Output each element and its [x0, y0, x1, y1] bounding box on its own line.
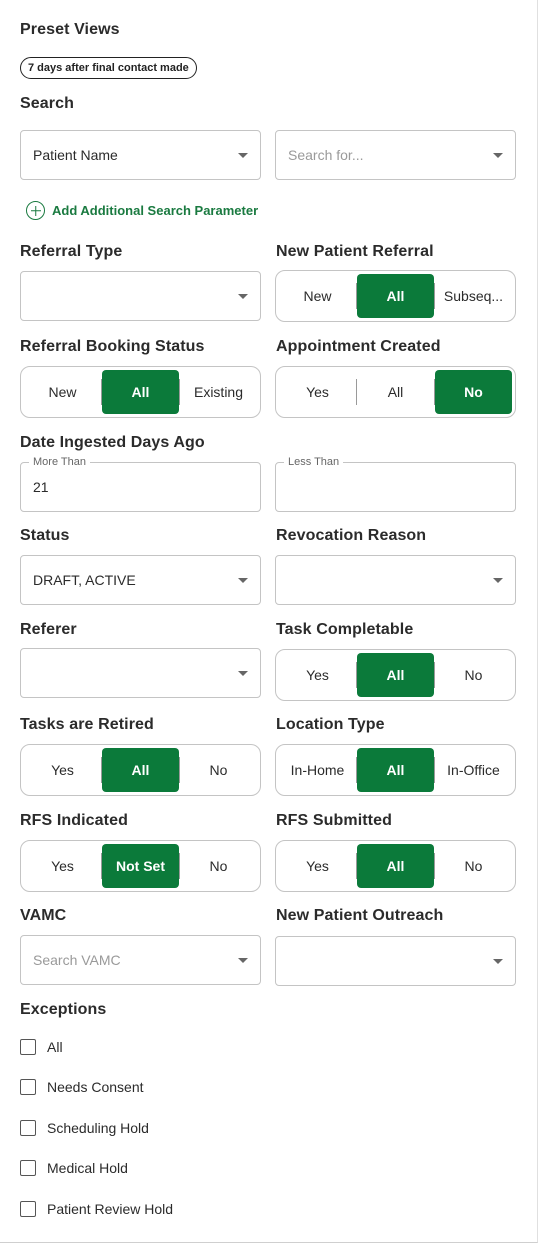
location-type-label: Location Type	[276, 716, 385, 733]
exception-checkbox-patient-review-hold[interactable]: Patient Review Hold	[20, 1201, 173, 1217]
more-than-legend: More Than	[29, 456, 90, 468]
status-label: Status	[20, 527, 70, 544]
revocation-reason-select[interactable]	[275, 555, 516, 605]
toggle-option-new[interactable]: New	[279, 274, 356, 318]
appointment-created-toggle: Yes All No	[275, 366, 516, 418]
checkbox-icon[interactable]	[20, 1201, 36, 1217]
toggle-option-no[interactable]: No	[435, 370, 512, 414]
add-search-parameter-button[interactable]: Add Additional Search Parameter	[26, 201, 258, 220]
location-type-toggle: In-Home All In-Office	[275, 744, 516, 796]
exception-checkbox-scheduling-hold[interactable]: Scheduling Hold	[20, 1120, 149, 1136]
chevron-down-icon	[238, 957, 248, 963]
status-select[interactable]: DRAFT, ACTIVE	[20, 555, 261, 605]
task-completable-toggle: Yes All No	[275, 649, 516, 701]
rfs-submitted-toggle: Yes All No	[275, 840, 516, 892]
toggle-option-all[interactable]: All	[357, 844, 434, 888]
toggle-option-yes[interactable]: Yes	[279, 653, 356, 697]
exception-checkbox-medical-hold[interactable]: Medical Hold	[20, 1160, 128, 1176]
referral-type-label: Referral Type	[20, 243, 123, 260]
referer-select[interactable]	[20, 648, 261, 698]
exceptions-label: Exceptions	[20, 1001, 107, 1018]
new-patient-referral-toggle: New All Subseq...	[275, 270, 516, 322]
rfs-indicated-label: RFS Indicated	[20, 812, 128, 829]
vamc-label: VAMC	[20, 907, 67, 924]
toggle-option-in-office[interactable]: In-Office	[435, 748, 512, 792]
toggle-option-subsequent[interactable]: Subseq...	[435, 274, 512, 318]
tasks-retired-toggle: Yes All No	[20, 744, 261, 796]
toggle-option-all[interactable]: All	[357, 748, 434, 792]
search-input-placeholder: Search for...	[288, 147, 364, 163]
toggle-option-all[interactable]: All	[357, 370, 434, 414]
exception-label: Scheduling Hold	[47, 1120, 149, 1136]
toggle-option-not-set[interactable]: Not Set	[102, 844, 179, 888]
exception-label: Patient Review Hold	[47, 1201, 174, 1217]
referral-booking-status-toggle: New All Existing	[20, 366, 261, 418]
preset-views-label: Preset Views	[20, 21, 120, 38]
checkbox-icon[interactable]	[20, 1079, 36, 1095]
referral-booking-status-label: Referral Booking Status	[20, 338, 205, 355]
toggle-option-existing[interactable]: Existing	[180, 370, 257, 414]
chevron-down-icon	[238, 577, 248, 583]
referer-label: Referer	[20, 621, 77, 638]
appointment-created-label: Appointment Created	[276, 338, 441, 355]
exception-checkbox-needs-consent[interactable]: Needs Consent	[20, 1079, 144, 1095]
tasks-retired-label: Tasks are Retired	[20, 716, 154, 733]
toggle-option-no[interactable]: No	[180, 748, 257, 792]
vamc-placeholder: Search VAMC	[33, 952, 121, 968]
toggle-option-all[interactable]: All	[102, 370, 179, 414]
rfs-submitted-label: RFS Submitted	[276, 812, 392, 829]
more-than-input[interactable]: More Than 21	[20, 456, 261, 512]
date-ingested-label: Date Ingested Days Ago	[20, 434, 205, 451]
toggle-option-yes[interactable]: Yes	[24, 844, 101, 888]
more-than-value: 21	[33, 479, 49, 495]
status-value: DRAFT, ACTIVE	[33, 572, 136, 588]
referral-type-select[interactable]	[20, 271, 261, 321]
preset-view-chip[interactable]: 7 days after final contact made	[20, 57, 197, 79]
new-patient-referral-label: New Patient Referral	[276, 243, 434, 260]
toggle-option-in-home[interactable]: In-Home	[279, 748, 356, 792]
rfs-indicated-toggle: Yes Not Set No	[20, 840, 261, 892]
new-patient-outreach-select[interactable]	[275, 936, 516, 986]
toggle-option-all[interactable]: All	[357, 274, 434, 318]
toggle-option-yes[interactable]: Yes	[279, 844, 356, 888]
task-completable-label: Task Completable	[276, 621, 414, 638]
checkbox-icon[interactable]	[20, 1039, 36, 1055]
plus-circle-icon	[26, 201, 45, 220]
search-input[interactable]: Search for...	[275, 130, 516, 180]
toggle-option-all[interactable]: All	[357, 653, 434, 697]
less-than-legend: Less Than	[284, 456, 344, 468]
checkbox-icon[interactable]	[20, 1160, 36, 1176]
add-search-parameter-label: Add Additional Search Parameter	[52, 203, 259, 218]
filter-panel: Preset Views 7 days after final contact …	[0, 0, 538, 1243]
new-patient-outreach-label: New Patient Outreach	[276, 907, 444, 924]
exception-checkbox-all[interactable]: All	[20, 1039, 63, 1055]
toggle-option-yes[interactable]: Yes	[279, 370, 356, 414]
chevron-down-icon	[238, 670, 248, 676]
chevron-down-icon	[238, 293, 248, 299]
search-field-select[interactable]: Patient Name	[20, 130, 261, 180]
exception-label: Medical Hold	[47, 1160, 128, 1176]
toggle-option-no[interactable]: No	[435, 844, 512, 888]
chevron-down-icon	[493, 577, 503, 583]
toggle-option-no[interactable]: No	[180, 844, 257, 888]
chevron-down-icon	[493, 152, 503, 158]
chevron-down-icon	[238, 152, 248, 158]
toggle-option-yes[interactable]: Yes	[24, 748, 101, 792]
search-field-value: Patient Name	[33, 147, 118, 163]
less-than-input[interactable]: Less Than	[275, 456, 516, 512]
chevron-down-icon	[493, 958, 503, 964]
search-label: Search	[20, 95, 74, 112]
toggle-option-all[interactable]: All	[102, 748, 179, 792]
toggle-option-no[interactable]: No	[435, 653, 512, 697]
exception-label: Needs Consent	[47, 1079, 144, 1095]
exception-label: All	[47, 1039, 63, 1055]
toggle-option-new[interactable]: New	[24, 370, 101, 414]
revocation-reason-label: Revocation Reason	[276, 527, 427, 544]
checkbox-icon[interactable]	[20, 1120, 36, 1136]
vamc-select[interactable]: Search VAMC	[20, 935, 261, 985]
